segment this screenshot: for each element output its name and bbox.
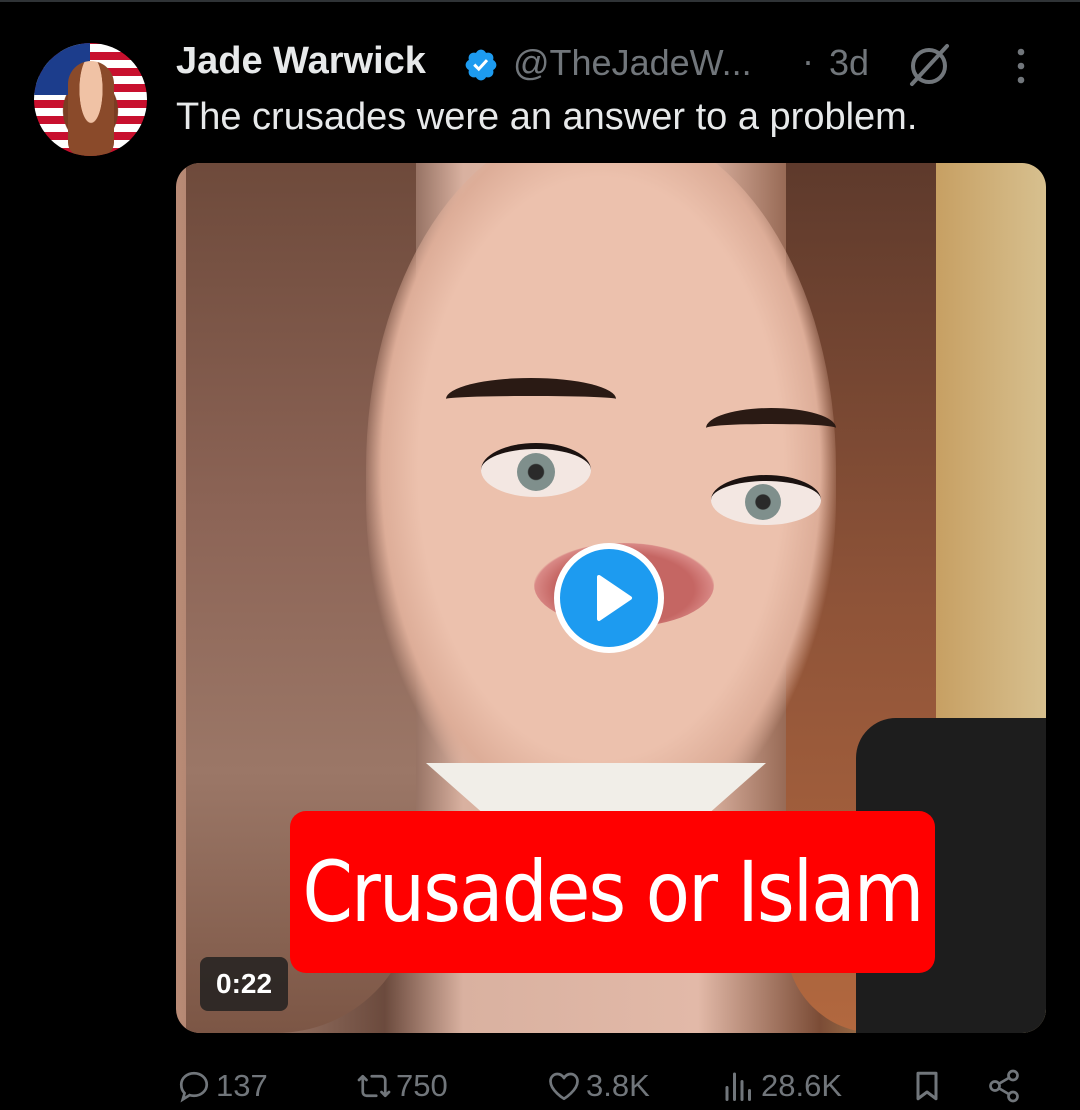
- separator-dot: ·: [802, 40, 814, 81]
- like-count: 3.8K: [586, 1068, 650, 1103]
- video-frame-eye-right: [711, 475, 821, 525]
- views-button[interactable]: 28.6K: [721, 1062, 842, 1110]
- heart-icon: [549, 1072, 579, 1101]
- repost-count: 750: [396, 1068, 448, 1103]
- post-time[interactable]: 3d: [829, 42, 869, 84]
- repost-button[interactable]: 750: [356, 1062, 448, 1110]
- author-handle[interactable]: @TheJadeW...: [513, 42, 752, 84]
- top-divider: [0, 0, 1080, 2]
- share-button[interactable]: [986, 1062, 1026, 1110]
- video-duration: 0:22: [200, 957, 289, 1011]
- verified-badge-icon[interactable]: [463, 47, 499, 83]
- video-frame-eye-left: [481, 443, 591, 497]
- post-text: The crusades were an answer to a problem…: [176, 96, 918, 138]
- grok-icon[interactable]: [904, 40, 954, 90]
- reply-icon: [179, 1071, 209, 1103]
- views-count: 28.6K: [761, 1068, 843, 1103]
- author-name[interactable]: Jade Warwick: [176, 40, 426, 83]
- action-bar: 137 750 3.8K 28.6K: [176, 1062, 1046, 1110]
- play-button[interactable]: [554, 543, 664, 653]
- like-button[interactable]: 3.8K: [546, 1062, 650, 1110]
- post-header: Jade Warwick @TheJadeW... · 3d: [176, 36, 1056, 92]
- video-caption-overlay: Crusades or Islam: [290, 811, 935, 973]
- reply-count: 137: [216, 1068, 268, 1103]
- bookmark-button[interactable]: [909, 1062, 949, 1110]
- video-caption-text: Crusades or Islam: [302, 843, 924, 941]
- reply-button[interactable]: 137: [176, 1062, 268, 1110]
- video-frame-brow-right: [706, 408, 836, 448]
- views-chart-icon: [725, 1072, 751, 1101]
- bookmark-icon: [916, 1071, 938, 1101]
- avatar[interactable]: [34, 43, 147, 156]
- share-icon: [989, 1069, 1019, 1103]
- more-options-icon[interactable]: [1011, 46, 1031, 86]
- video-frame-brow-left: [446, 378, 616, 420]
- repost-icon: [357, 1074, 391, 1098]
- video-player[interactable]: Crusades or Islam 0:22: [176, 163, 1046, 1033]
- play-icon: [597, 575, 632, 621]
